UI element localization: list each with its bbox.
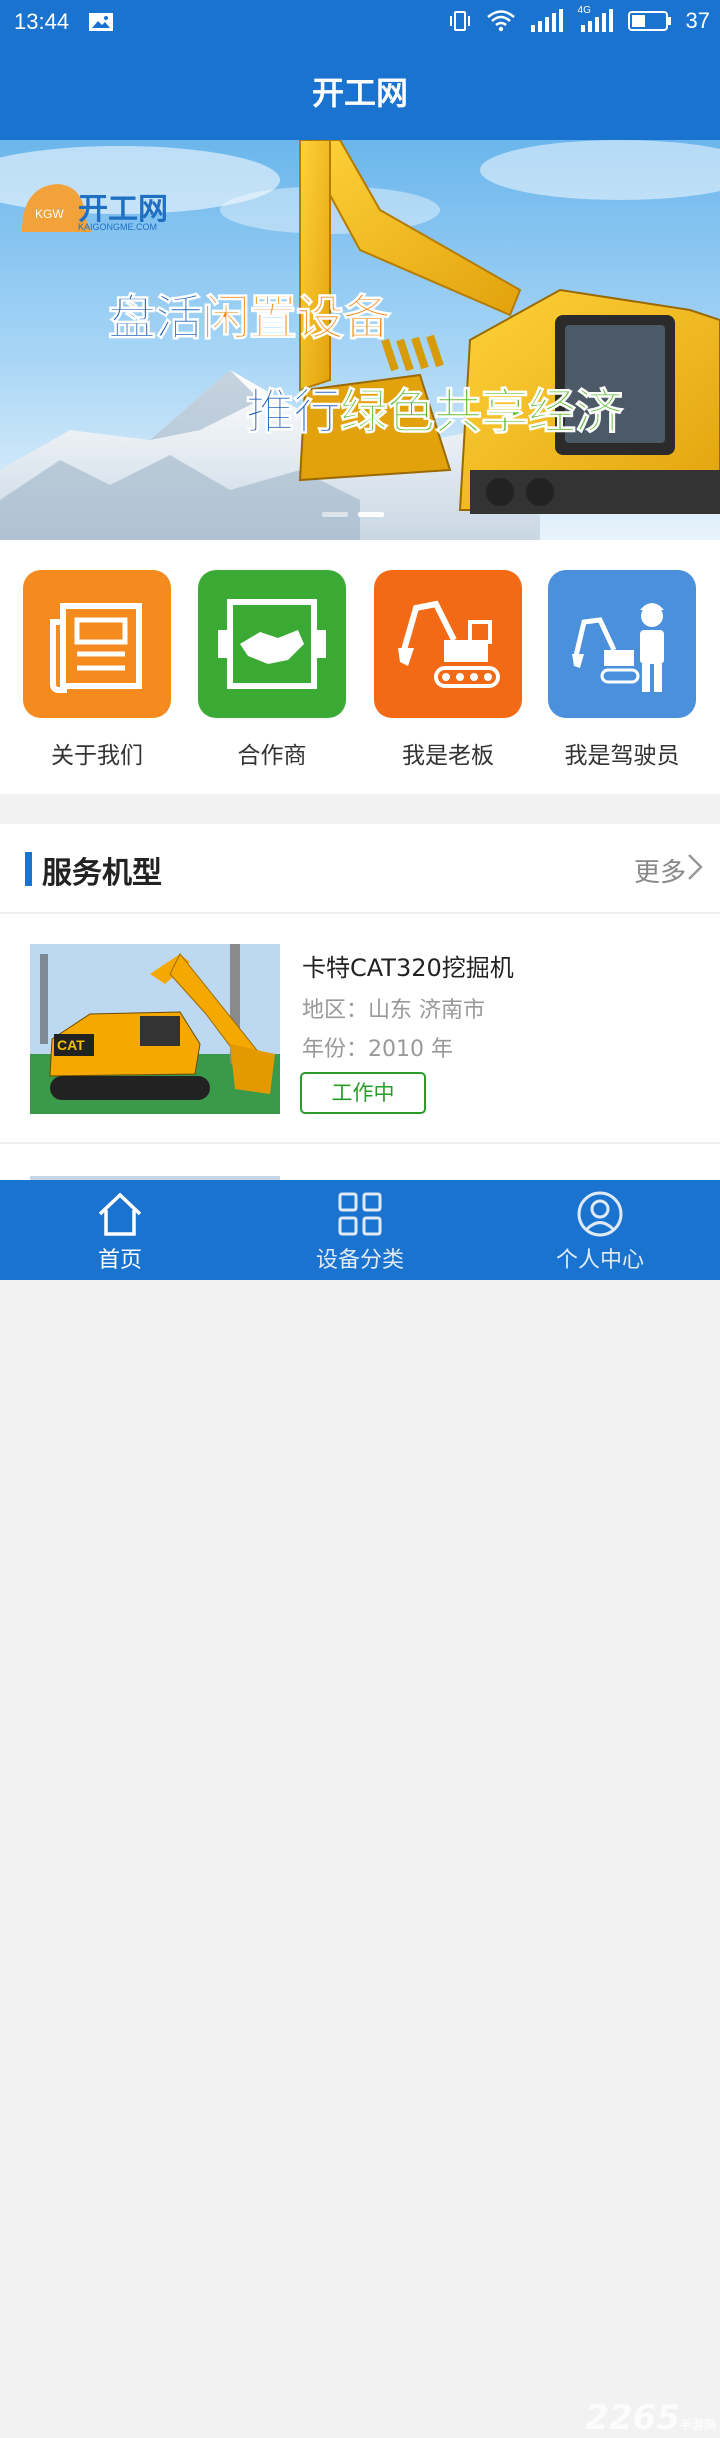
cat-label: CAT [57, 1037, 85, 1053]
driver-icon [548, 570, 696, 718]
tab-label: 首页 [97, 1248, 142, 1273]
slogan-part: 盘活 [107, 290, 203, 347]
quick-label: 我是驾驶员 [564, 743, 680, 769]
battery-level: 37 [685, 8, 710, 33]
newspaper-icon [23, 570, 171, 718]
home-icon [98, 1192, 142, 1236]
status-badge: 工作中 [300, 1072, 426, 1114]
bottom-tab-bar: 首页 设备分类 个人中心 2265手游网 [0, 1180, 720, 2438]
slogan-part: 推行 [245, 384, 341, 441]
signal-4g-icon: 4G [578, 5, 614, 33]
quick-label: 关于我们 [51, 743, 143, 769]
watermark-text: 2265 [585, 2398, 680, 2438]
page-title: 开工网 [0, 46, 720, 140]
equipment-list-item[interactable]: CAT 卡特CAT320挖掘机 地区：山东 济南市 年份：2010 年 工作中 [0, 914, 720, 1144]
signal-icon [530, 9, 563, 32]
quick-about-us[interactable]: 关于我们 [22, 570, 172, 770]
logo-badge-text: KGW [35, 207, 64, 221]
status-time: 13:44 [14, 9, 70, 34]
tab-label: 个人中心 [555, 1248, 644, 1273]
quick-partners[interactable]: 合作商 [197, 570, 347, 770]
vibrate-icon [449, 11, 470, 31]
slogan-highlight: 绿色共享经济 [340, 384, 624, 441]
wifi-icon [486, 10, 515, 32]
watermark: 2265手游网 [585, 2398, 716, 2438]
logo-subtext: KAIGONGME.COM [78, 222, 158, 232]
handshake-icon [198, 570, 346, 718]
section-title: 服务机型 [42, 856, 162, 891]
quick-driver[interactable]: 我是驾驶员 [547, 570, 697, 770]
tab-profile[interactable]: 个人中心 [480, 1180, 720, 1280]
chevron-right-icon[interactable] [684, 852, 706, 882]
image-notification-icon [89, 13, 113, 31]
pager-dot-active[interactable] [358, 512, 384, 517]
quick-boss[interactable]: 我是老板 [373, 570, 523, 770]
equipment-title: 卡特CAT320挖掘机 [302, 954, 514, 982]
battery-icon [627, 11, 671, 31]
equipment-region: 地区：山东 济南市 [302, 998, 485, 1023]
quick-label: 合作商 [237, 743, 307, 769]
tab-home[interactable]: 首页 [0, 1180, 240, 1280]
excavator-icon [374, 570, 522, 718]
section-accent-bar [25, 852, 32, 886]
watermark-sub: 手游网 [679, 2418, 716, 2432]
tab-categories[interactable]: 设备分类 [240, 1180, 480, 1280]
pager-dot[interactable] [322, 512, 348, 517]
equipment-thumbnail: CAT [30, 944, 280, 1114]
equipment-year: 年份：2010 年 [302, 1037, 453, 1062]
slogan-highlight: 闲置设备 [202, 290, 392, 347]
banner-slogan-line2: 推行绿色共享经济 [245, 372, 624, 442]
promo-banner[interactable]: KGW 开工网 KAIGONGME.COM 盘活闲置设备 推行绿色共享经济 [0, 140, 720, 540]
user-icon [577, 1191, 623, 1237]
quick-label: 我是老板 [402, 743, 494, 769]
status-bar: 13:44 4G 37 [0, 0, 720, 46]
quick-actions: 关于我们 合作商 我是老板 我是驾驶员 [0, 540, 720, 794]
section-header: 服务机型 更多 [0, 824, 720, 914]
tab-label: 设备分类 [315, 1248, 404, 1273]
banner-slogan-line1: 盘活闲置设备 [107, 278, 392, 348]
banner-pager[interactable] [322, 512, 384, 517]
more-link[interactable]: 更多 [634, 852, 686, 889]
grid-icon [338, 1192, 382, 1236]
service-models-section: 服务机型 更多 CAT 卡特CAT320挖掘机 地区：山东 济南市 年份：201… [0, 824, 720, 1180]
